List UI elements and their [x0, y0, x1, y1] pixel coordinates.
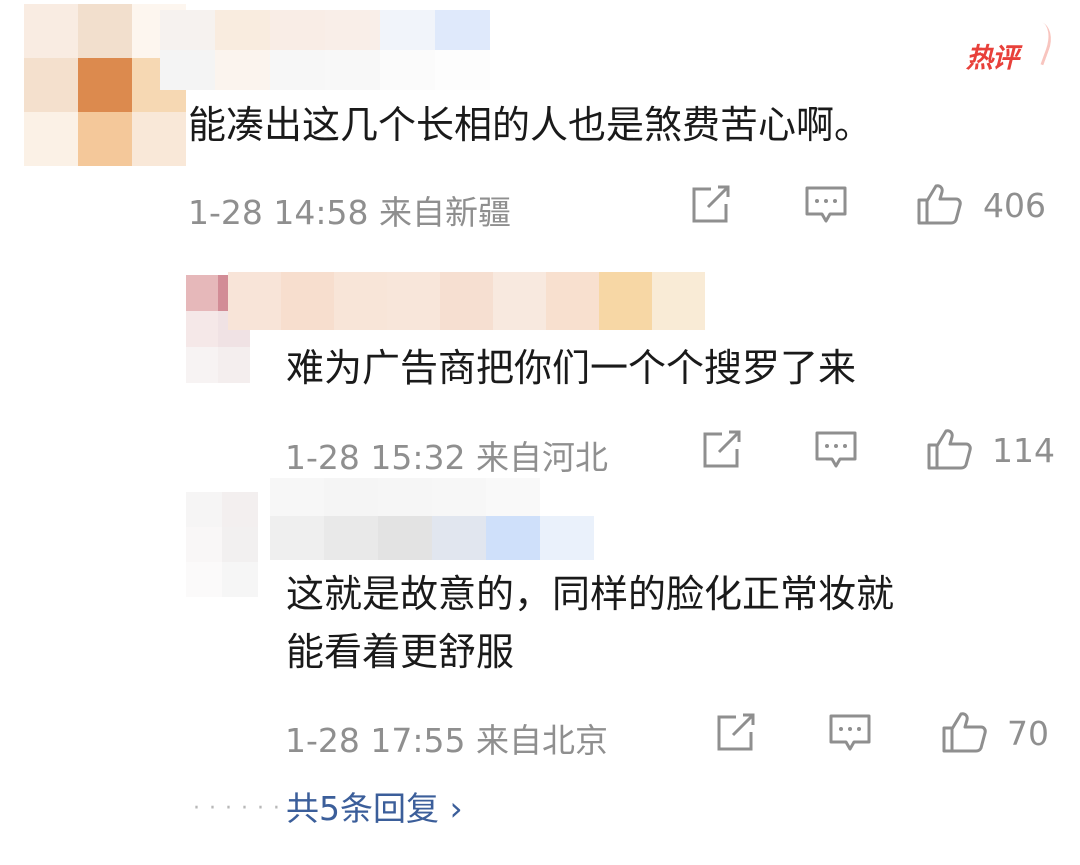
share-icon[interactable]: [714, 712, 760, 754]
comment-location: 来自新疆: [379, 193, 511, 232]
like-icon[interactable]: [925, 427, 973, 471]
reply-time: 1-28 17:55: [285, 721, 466, 760]
more-replies-dots: · · · · · ·: [193, 796, 281, 821]
hot-comment-badge: 热评: [966, 18, 1058, 75]
reply-text-line: 能看着更舒服: [286, 630, 515, 674]
comment-meta: 1-28 14:58 来自新疆: [188, 186, 511, 234]
reply-avatar[interactable]: [186, 492, 258, 597]
reply-meta: 1-28 17:55 来自北京: [285, 714, 608, 762]
like-icon[interactable]: [915, 182, 963, 226]
reply-location: 来自河北: [476, 438, 608, 477]
commenter-username[interactable]: [160, 10, 490, 90]
like-count: 70: [1007, 714, 1049, 753]
hot-comment-label: 热评: [966, 43, 1019, 74]
share-icon[interactable]: [689, 184, 735, 226]
reply-text: 这就是故意的，同样的脸化正常妆就 能看着更舒服: [286, 569, 894, 677]
reply-text-line: 这就是故意的，同样的脸化正常妆就: [286, 572, 895, 616]
reply-location: 来自北京: [476, 721, 608, 760]
comment-icon[interactable]: [803, 184, 849, 226]
like-icon[interactable]: [940, 710, 988, 754]
comment-icon[interactable]: [827, 712, 873, 754]
badge-swoosh: [1017, 18, 1058, 66]
like-count: 114: [992, 431, 1055, 470]
reply-username[interactable]: [270, 478, 594, 560]
reply-username[interactable]: [168, 272, 758, 330]
like-count: 406: [983, 186, 1046, 225]
reply-time: 1-28 15:32: [285, 438, 466, 477]
more-replies-link[interactable]: 共5条回复 ›: [286, 782, 463, 830]
comment-text: 能凑出这几个长相的人也是煞费苦心啊。: [188, 103, 873, 147]
share-icon[interactable]: [700, 429, 746, 471]
reply-text: 难为广告商把你们一个个搜罗了来: [286, 346, 857, 390]
reply-meta: 1-28 15:32 来自河北: [285, 431, 608, 479]
comment-time: 1-28 14:58: [188, 193, 369, 232]
comment-icon[interactable]: [813, 429, 859, 471]
